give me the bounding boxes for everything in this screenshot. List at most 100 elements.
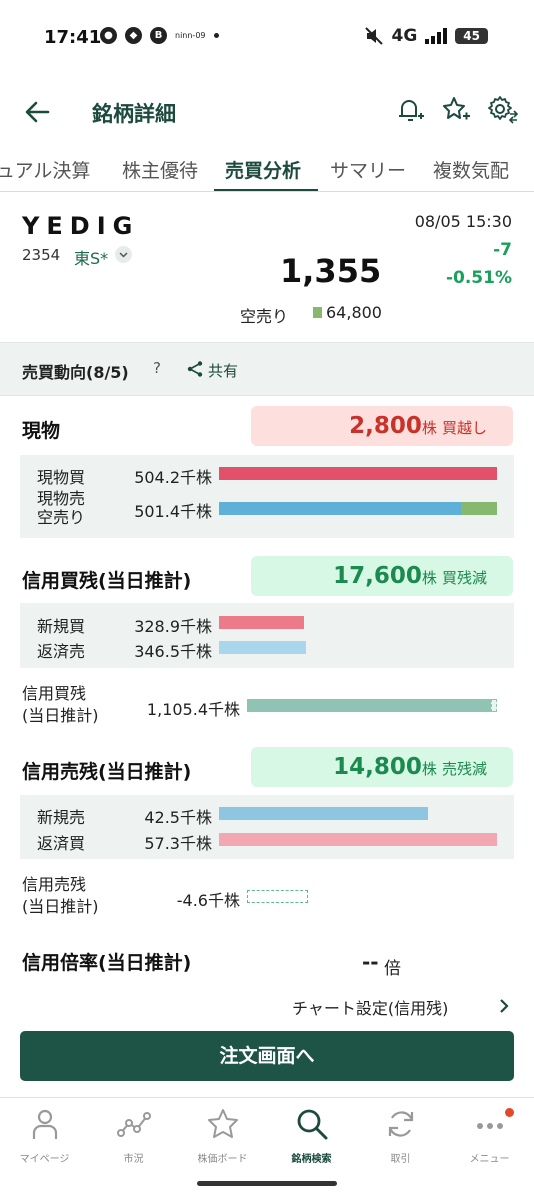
chevron-right-icon[interactable] xyxy=(497,998,511,1014)
margin-buy-balance-label: 信用買残 (当日推計) xyxy=(22,684,99,725)
back-arrow-icon[interactable] xyxy=(22,97,52,127)
tab-multi-quote[interactable]: 複数気配 xyxy=(433,156,509,183)
stock-name: YEDIG xyxy=(22,212,140,240)
more-menu-icon xyxy=(476,1123,503,1129)
chat-bubble-icon: ● xyxy=(100,27,117,44)
margin-sell-section-title: 信用売残(当日推計) xyxy=(22,761,192,783)
margin-new-sell-value: 42.5千株 xyxy=(144,808,212,827)
network-type: 4G xyxy=(391,26,418,46)
margin-buy-balance-value: 1,105.4千株 xyxy=(146,700,240,719)
nav-menu[interactable]: メニュー xyxy=(445,1106,534,1165)
help-icon[interactable]: ? xyxy=(153,359,161,377)
status-bar: 17:41 ● ◆ B ninn-09 4G 45 xyxy=(0,0,534,76)
margin-sell-summary-unit: 株 xyxy=(421,760,437,778)
nav-stock-board[interactable]: 株価ボード xyxy=(178,1106,267,1165)
active-tab-indicator xyxy=(214,189,318,191)
margin-new-buy-bar xyxy=(219,616,304,629)
margin-new-buy-label: 新規買 xyxy=(37,617,86,636)
nav-stock-search[interactable]: 銘柄検索 xyxy=(267,1106,356,1165)
tab-dual-earnings[interactable]: ュアル決算 xyxy=(0,156,90,183)
spot-summary-pill: 2,800株 買越し xyxy=(251,406,513,446)
order-screen-button[interactable]: 注文画面へ xyxy=(20,1031,514,1081)
status-time: 17:41 xyxy=(44,27,102,48)
chart-settings-link[interactable]: チャート設定(信用残) xyxy=(292,995,448,1019)
spot-summary-value: 2,800 xyxy=(349,413,422,439)
tab-trade-analysis[interactable]: 売買分析 xyxy=(225,156,301,183)
spot-sell-value: 501.4千株 xyxy=(134,502,212,521)
spot-buy-label: 現物買 xyxy=(37,468,86,487)
margin-buy-section-title: 信用買残(当日推計) xyxy=(22,570,192,592)
settings-gear-icon[interactable] xyxy=(486,94,518,126)
notification-badge xyxy=(505,1108,514,1117)
margin-buy-summary-pill: 17,600株 買残減 xyxy=(251,556,513,596)
tab-bar: ュアル決算 株主優待 売買分析 サマリー 複数気配 xyxy=(0,148,534,192)
margin-sell-summary-value: 14,800 xyxy=(333,754,422,780)
margin-buy-summary-value: 17,600 xyxy=(333,563,422,589)
margin-sell-summary-pill: 14,800株 売残減 xyxy=(251,747,513,787)
nav-my-page[interactable]: マイページ xyxy=(0,1106,89,1165)
add-alert-bell-icon[interactable] xyxy=(394,94,426,126)
margin-sell-balance-label: 信用売残 (当日推計) xyxy=(22,875,99,916)
tab-summary[interactable]: サマリー xyxy=(330,156,406,183)
quote-time: 08/05 15:30 xyxy=(414,212,512,231)
stock-price: 1,355 xyxy=(280,252,382,290)
person-icon xyxy=(32,1109,57,1139)
margin-ratio-value: -- xyxy=(362,950,379,974)
mute-icon xyxy=(364,27,383,45)
spot-section-title: 現物 xyxy=(22,420,61,442)
market-graph-icon xyxy=(116,1112,151,1137)
margin-buy-balance-decrease-marker xyxy=(491,699,497,712)
page-title: 銘柄詳細 xyxy=(92,102,176,126)
margin-buy-box: 新規買 328.9千株 返済売 346.5千株 xyxy=(20,603,514,668)
status-notification-icons: ● ◆ B ninn-09 xyxy=(100,27,219,44)
spot-sell-bar xyxy=(219,502,461,515)
more-notifications-dot-icon xyxy=(213,33,219,38)
margin-new-buy-value: 328.9千株 xyxy=(134,617,212,636)
bottom-navigation: マイページ 市況 株価ボード 銘柄検索 取引 メニュー xyxy=(0,1097,534,1177)
margin-ratio-title: 信用倍率(当日推計) xyxy=(22,952,192,974)
margin-ratio-unit: 倍 xyxy=(384,959,401,979)
spot-volume-box: 現物買 504.2千株 現物売 空売り 501.4千株 xyxy=(20,455,514,538)
short-sell-legend-square xyxy=(313,307,322,318)
game-controller-icon: ◆ xyxy=(125,27,142,44)
share-icon[interactable] xyxy=(186,360,204,378)
star-board-icon xyxy=(207,1109,238,1138)
margin-new-sell-label: 新規売 xyxy=(37,808,86,827)
margin-repay-sell-bar xyxy=(219,641,306,654)
share-label[interactable]: 共有 xyxy=(208,360,238,381)
margin-buy-balance-bar xyxy=(247,699,497,712)
margin-repay-sell-label: 返済売 xyxy=(37,642,86,661)
add-favorite-star-icon[interactable] xyxy=(440,94,472,126)
tab-shareholder-benefits[interactable]: 株主優待 xyxy=(122,156,198,183)
margin-repay-buy-bar xyxy=(219,833,497,846)
margin-sell-box: 新規売 42.5千株 返済買 57.3千株 xyxy=(20,795,514,859)
spot-short-sell-bar xyxy=(461,502,497,515)
margin-buy-summary-unit: 株 xyxy=(421,569,437,587)
short-sell-label: 空売り xyxy=(240,307,289,326)
status-tiny-label: ninn-09 xyxy=(175,31,206,40)
spot-buy-bar xyxy=(219,467,497,480)
short-sell-value: 64,800 xyxy=(326,303,382,322)
trade-trend-title: 売買動向(8/5) xyxy=(22,363,129,382)
app-bar: 銘柄詳細 xyxy=(0,84,534,140)
margin-buy-summary-label: 買残減 xyxy=(441,569,487,587)
margin-sell-balance-bar xyxy=(247,890,308,903)
spot-summary-label: 買越し xyxy=(441,419,487,437)
margin-sell-summary-label: 売残減 xyxy=(441,760,487,778)
price-change: -7 xyxy=(493,240,512,260)
stock-market[interactable]: 東S* xyxy=(74,245,108,269)
battery-icon: 45 xyxy=(455,28,488,44)
stock-code: 2354 xyxy=(22,246,61,264)
status-system-icons: 4G 45 xyxy=(364,26,488,46)
margin-new-sell-bar xyxy=(219,807,428,820)
nav-trade[interactable]: 取引 xyxy=(356,1106,445,1165)
bitcoin-icon: B xyxy=(150,27,167,44)
nav-market[interactable]: 市況 xyxy=(89,1106,178,1165)
spot-buy-value: 504.2千株 xyxy=(134,468,212,487)
home-indicator[interactable] xyxy=(197,1181,337,1186)
market-chevron-down-icon[interactable] xyxy=(115,246,132,263)
spot-summary-unit: 株 xyxy=(421,419,437,437)
trade-trend-header: 売買動向(8/5) ? 共有 xyxy=(0,342,534,396)
margin-repay-buy-label: 返済買 xyxy=(37,834,86,853)
margin-sell-balance-value: -4.6千株 xyxy=(176,891,240,910)
